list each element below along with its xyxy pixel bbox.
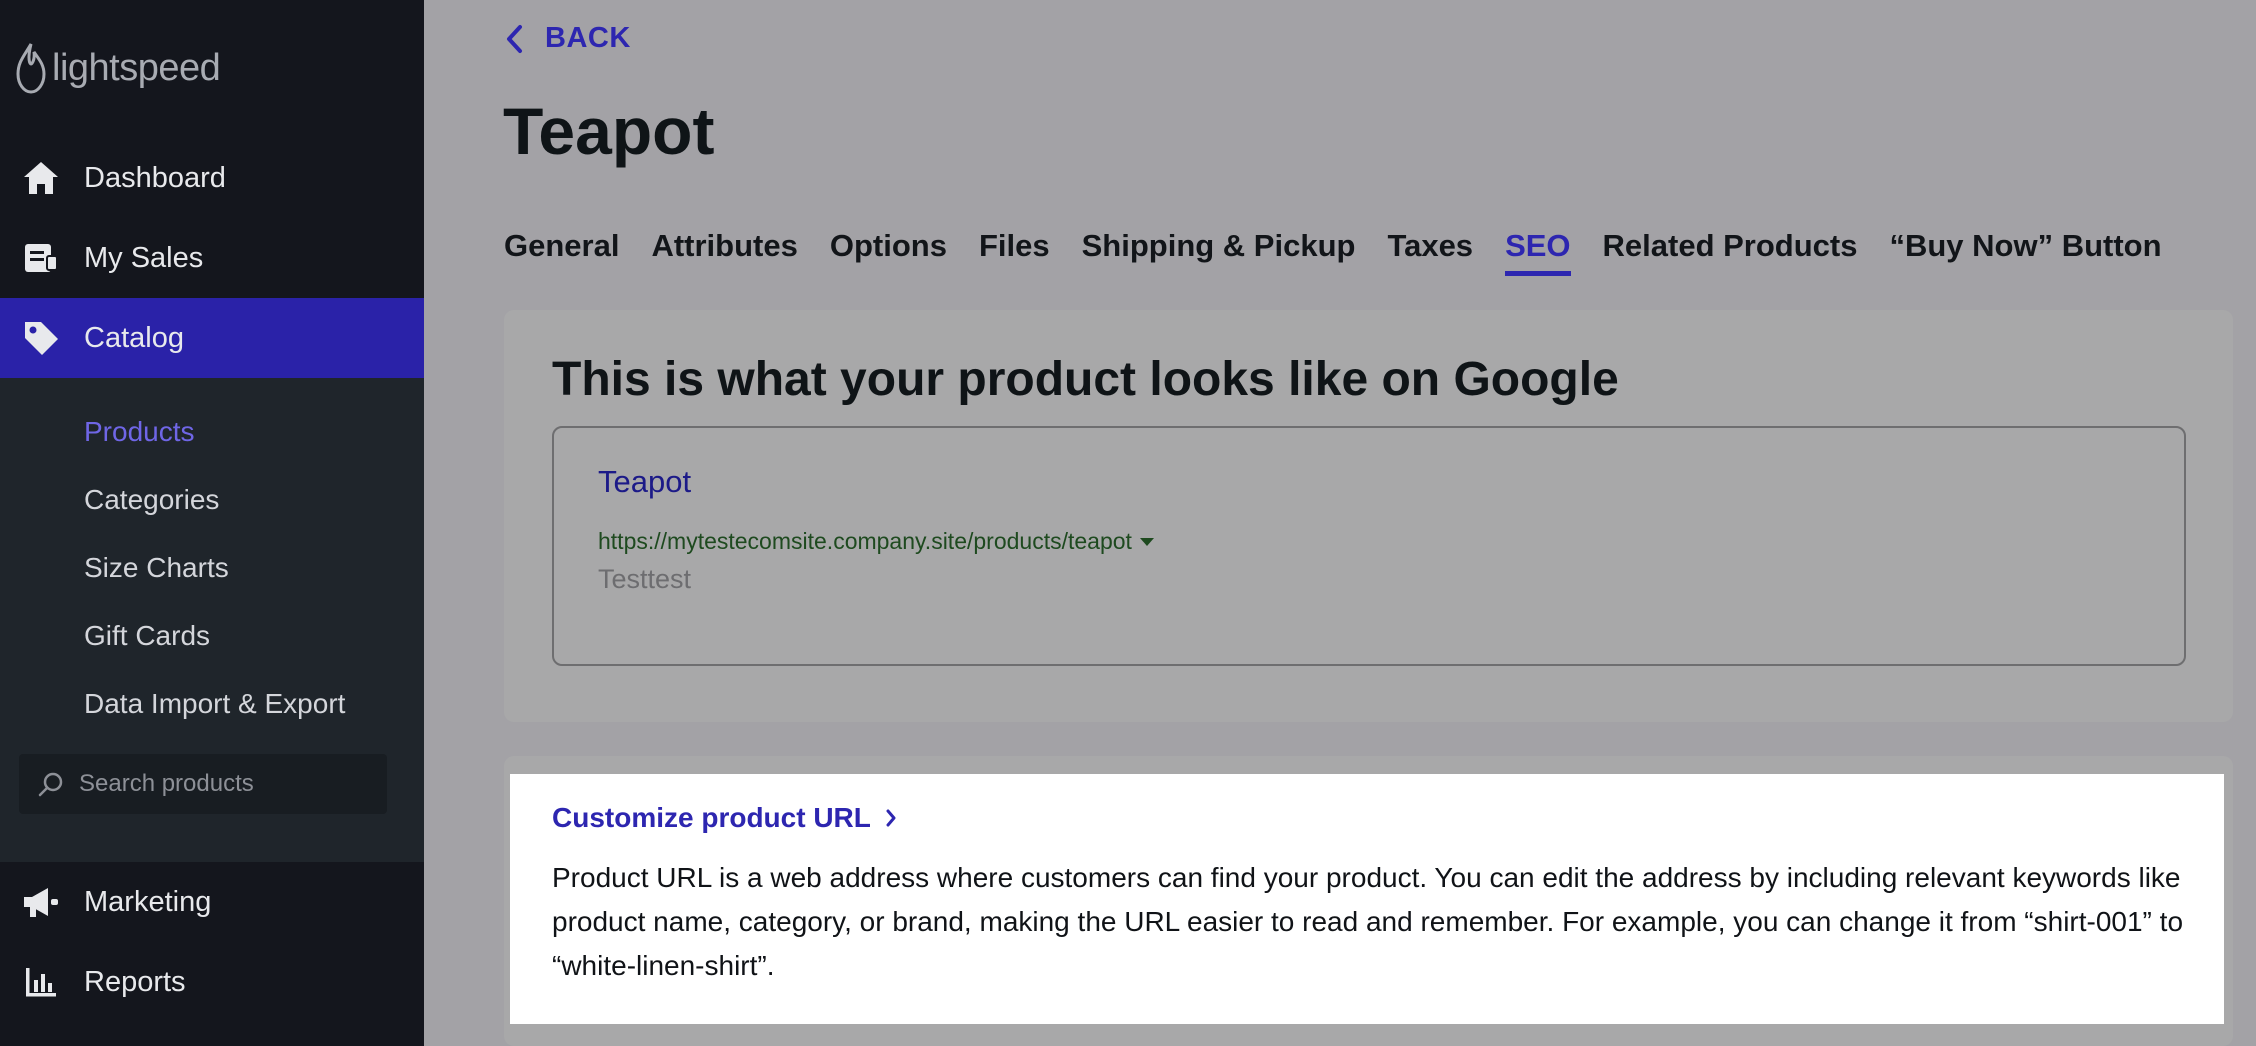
sidebar-item-label: Catalog [84, 321, 184, 354]
brand-name: lightspeed [52, 46, 221, 89]
back-label: BACK [545, 22, 631, 54]
flame-logo-icon [16, 43, 46, 94]
search-input[interactable] [79, 754, 369, 814]
tab-general[interactable]: General [504, 228, 619, 274]
bar-chart-icon [22, 963, 60, 1001]
sidebar-item-label: My Sales [84, 241, 204, 274]
chevron-left-icon [507, 24, 522, 53]
tab-buy-now-button[interactable]: “Buy Now” Button [1889, 228, 2161, 274]
receipt-icon [22, 239, 60, 277]
google-preview-card: This is what your product looks like on … [504, 310, 2233, 722]
sidebar-item-reports[interactable]: Reports [0, 942, 424, 1022]
search-result-description: Testtest [598, 564, 692, 594]
chevron-right-icon [886, 809, 896, 827]
product-tabs: General Attributes Options Files Shippin… [504, 228, 2194, 276]
tab-seo[interactable]: SEO [1505, 228, 1572, 276]
search-icon [37, 771, 65, 804]
tab-files[interactable]: Files [979, 228, 1050, 274]
customize-url-description: Product URL is a web address where custo… [552, 862, 2184, 981]
page-title: Teapot [503, 94, 715, 168]
caret-down-icon [1139, 537, 1154, 546]
back-link[interactable]: BACK [505, 22, 631, 55]
subnav-item-data-import-export[interactable]: Data Import & Export [84, 688, 345, 720]
lightspeed-logo[interactable]: lightspeed [14, 42, 221, 94]
subnav-item-products[interactable]: Products [84, 416, 195, 448]
google-preview-heading: This is what your product looks like on … [552, 353, 1619, 406]
home-icon [22, 159, 60, 197]
subnav-item-categories[interactable]: Categories [84, 484, 219, 516]
subnav-item-size-charts[interactable]: Size Charts [84, 552, 229, 584]
search-result-title: Teapot [598, 464, 692, 499]
subnav-item-gift-cards[interactable]: Gift Cards [84, 620, 210, 652]
tab-attributes[interactable]: Attributes [651, 228, 797, 274]
customize-url-label: Customize product URL [552, 802, 871, 833]
sidebar-item-marketing[interactable]: Marketing [0, 862, 424, 942]
sidebar: lightspeed Dashboard My Sales Catalog Pr… [0, 0, 424, 1046]
tab-shipping-pickup[interactable]: Shipping & Pickup [1082, 228, 1356, 274]
customize-url-link[interactable]: Customize product URL [552, 802, 897, 834]
search-result-preview: Teapot https://mytestecomsite.company.si… [552, 426, 2186, 666]
sidebar-item-catalog[interactable]: Catalog [0, 298, 424, 378]
tag-icon [22, 319, 60, 357]
customize-url-card: Customize product URL Product URL is a w… [510, 774, 2224, 1024]
search-result-url: https://mytestecomsite.company.site/prod… [598, 528, 1154, 555]
sidebar-item-label: Marketing [84, 885, 212, 918]
search-result-url-text: https://mytestecomsite.company.site/prod… [598, 528, 1132, 554]
sidebar-item-label: Reports [84, 965, 186, 998]
tab-options[interactable]: Options [830, 228, 947, 274]
sidebar-item-my-sales[interactable]: My Sales [0, 218, 424, 298]
megaphone-icon [22, 883, 60, 921]
tab-taxes[interactable]: Taxes [1387, 228, 1473, 274]
sidebar-item-dashboard[interactable]: Dashboard [0, 138, 424, 218]
tab-related-products[interactable]: Related Products [1603, 228, 1858, 274]
product-search [19, 754, 387, 814]
sidebar-item-label: Dashboard [84, 161, 226, 194]
